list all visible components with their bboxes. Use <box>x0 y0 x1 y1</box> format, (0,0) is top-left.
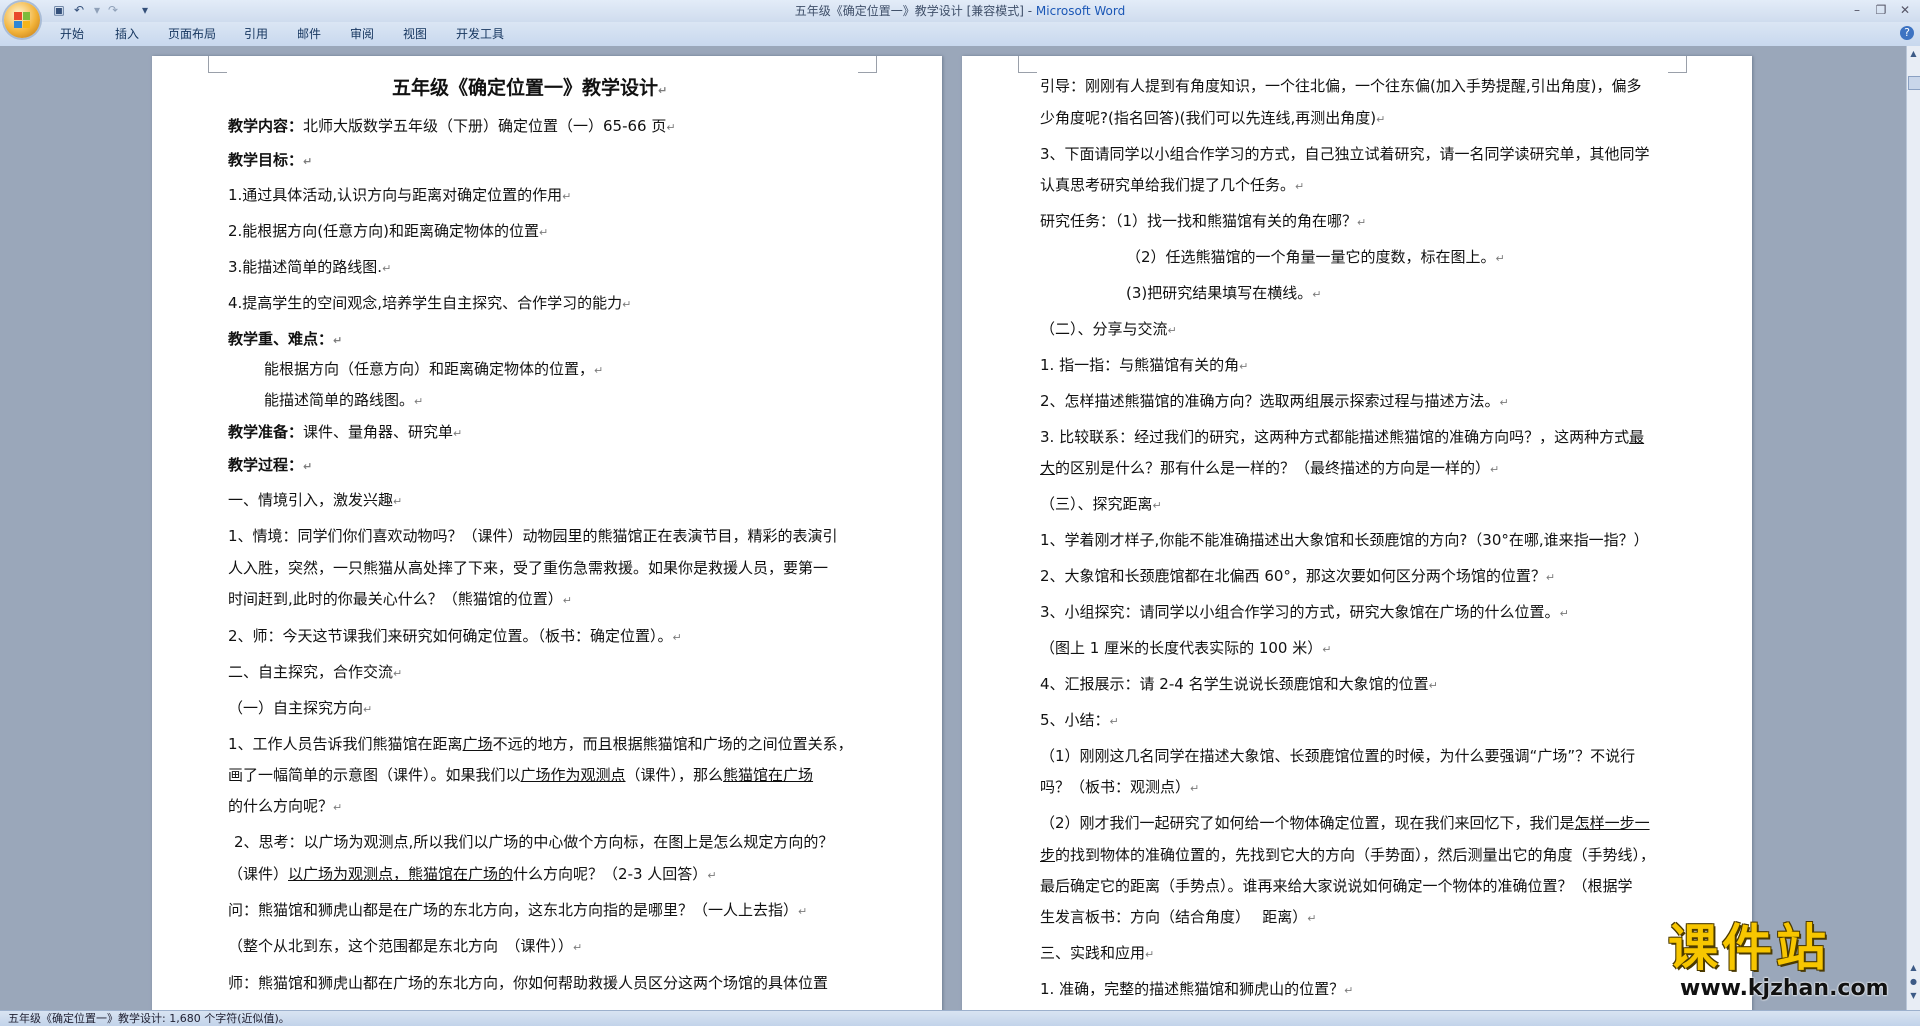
paragraph: （2）任选熊猫馆的一个角量一量它的度数，标在图上。↵ <box>1126 248 1505 266</box>
paragraph: （1）刚刚这几名同学在描述大象馆、长颈鹿馆位置的时候，为什么要强调“广场”？不说… <box>1040 747 1636 765</box>
crop-mark <box>858 56 877 73</box>
crop-mark <box>208 56 227 73</box>
tab-view[interactable]: 视图 <box>403 26 427 42</box>
paragraph: 时间赶到,此时的你最关心什么？（熊猫馆的位置）↵ <box>228 590 572 608</box>
paragraph: 1、工作人员告诉我们熊猫馆在距离广场不远的地方，而且根据熊猫馆和广场的之间位置关… <box>228 735 853 753</box>
watermark-url: www.kjzhan.com <box>1680 976 1889 1001</box>
paragraph: 师：熊猫馆和狮虎山都在广场的东北方向，你如何帮助救援人员区分这两个场馆的具体位置 <box>228 974 829 992</box>
crop-mark <box>1018 56 1037 73</box>
paragraph: 大的区别是什么？那有什么是一样的？（最终描述的方向是一样的）↵ <box>1040 459 1500 477</box>
paragraph: 画了一幅简单的示意图（课件）。如果我们以广场作为观测点（课件），那么熊猫馆在广场 <box>228 766 814 784</box>
paragraph: （2）刚才我们一起研究了如何给一个物体确定位置，现在我们来回忆下，我们是怎样一步… <box>1040 814 1650 832</box>
paragraph: （图上 1 厘米的长度代表实际的 100 米）↵ <box>1040 639 1332 657</box>
paragraph: 人入胜，突然，一只熊猫从高处摔了下来，受了重伤急需救援。如果你是救援人员，要第一 <box>228 559 829 577</box>
site-watermark-logo: 课件站 www.kjzhan.com <box>1668 920 1908 1005</box>
tab-references[interactable]: 引用 <box>244 26 268 42</box>
paragraph: 引导：刚刚有人提到有角度知识，一个往北偏，一个往东偏(加入手势提醒,引出角度)，… <box>1040 77 1642 95</box>
paragraph: 5、小结：↵ <box>1040 711 1119 729</box>
paragraph: （二）、分享与交流↵ <box>1040 320 1177 338</box>
minimize-icon[interactable]: – <box>1848 2 1866 18</box>
tab-review[interactable]: 审阅 <box>350 26 374 42</box>
tab-mailings[interactable]: 邮件 <box>297 26 321 42</box>
paragraph: (3)把研究结果填写在横线。↵ <box>1126 284 1322 302</box>
paragraph: 4、汇报展示：请 2-4 名学生说说长颈鹿馆和大象馆的位置↵ <box>1040 675 1438 693</box>
paragraph: （整个从北到东，这个范围都是东北方向 （课件））↵ <box>228 937 583 955</box>
paragraph: 2、大象馆和长颈鹿馆都在北偏西 60°，那这次要如何区分两个场馆的位置？↵ <box>1040 567 1556 585</box>
paragraph: 二、自主探究，合作交流↵ <box>228 663 403 681</box>
close-icon[interactable]: ✕ <box>1896 2 1914 18</box>
status-bar: 五年级《确定位置一》教学设计: 1,680 个字符(近似值)。 <box>0 1010 1920 1026</box>
paragraph: 能根据方向（任意方向）和距离确定物体的位置，↵ <box>264 360 604 378</box>
save-icon[interactable]: ▣ <box>52 3 66 17</box>
dropdown-icon[interactable]: ▾ <box>138 3 152 17</box>
undo-icon[interactable]: ↶ <box>72 3 86 17</box>
help-icon[interactable]: ? <box>1900 26 1914 40</box>
office-button[interactable] <box>4 2 40 38</box>
paragraph: 教学目标：↵ <box>228 151 313 169</box>
tab-home[interactable]: 开始 <box>60 26 84 42</box>
paragraph: 教学过程：↵ <box>228 456 313 474</box>
paragraph: 认真思考研究单给我们提了几个任务。↵ <box>1040 176 1305 194</box>
paragraph: 2、思考：以广场为观测点,所以我们以广场的中心做个方向标，在图上是怎么规定方向的… <box>234 833 834 851</box>
redo-icon[interactable]: ↷ <box>106 3 120 17</box>
document-page-1[interactable]: 五年级《确定位置一》教学设计↵ 教学内容：北师大版数学五年级（下册）确定位置（一… <box>152 56 942 1010</box>
paragraph: 步的找到物体的准确位置的，先找到它大的方向（手势面），然后测量出它的角度（手势线… <box>1040 846 1656 864</box>
paragraph: 2、师：今天这节课我们来研究如何确定位置。（板书：确定位置）。↵ <box>228 627 682 645</box>
paragraph: 1、学着刚才样子,你能不能准确描述出大象馆和长颈鹿馆的方向?（30°在哪,谁来指… <box>1040 531 1649 549</box>
vertical-scrollbar[interactable]: ▲ ▲ ● ▼ <box>1906 46 1920 1010</box>
paragraph: 的什么方向呢？↵ <box>228 797 343 815</box>
tab-page-layout[interactable]: 页面布局 <box>168 26 216 42</box>
paragraph: 3、小组探究：请同学以小组合作学习的方式，研究大象馆在广场的什么位置。↵ <box>1040 603 1569 621</box>
office-logo-icon <box>14 12 30 28</box>
paragraph: 一、情境引入，激发兴趣↵ <box>228 491 403 509</box>
undo-dropdown-icon[interactable]: ▾ <box>90 3 104 17</box>
paragraph: 少角度呢?(指名回答)(我们可以先连线,再测出角度)↵ <box>1040 109 1386 127</box>
next-page-icon[interactable]: ▼ <box>1908 990 1919 1002</box>
paragraph: 4.提高学生的空间观念,培养学生自主探究、合作学习的能力↵ <box>228 294 632 312</box>
ribbon-tabs: 开始 插入 页面布局 引用 邮件 审阅 视图 开发工具 ? <box>0 22 1920 47</box>
previous-page-icon[interactable]: ▲ <box>1908 962 1919 974</box>
paragraph: （课件）以广场为观测点，熊猫馆在广场的什么方向呢？（2-3 人回答）↵ <box>228 865 717 883</box>
document-title: 五年级《确定位置一》教学设计↵ <box>392 77 668 99</box>
paragraph: 生发言板书：方向（结合角度） 距离）↵ <box>1040 908 1317 926</box>
paragraph: 三、实践和应用↵ <box>1040 944 1155 962</box>
title-bar: 五年级《确定位置一》教学设计 [兼容模式] - Microsoft Word ▣… <box>0 0 1920 23</box>
scroll-thumb[interactable] <box>1908 76 1920 90</box>
paragraph: 1. 准确，完整的描述熊猫馆和狮虎山的位置？↵ <box>1040 980 1354 998</box>
paragraph: 3、下面请同学以小组合作学习的方式，自己独立试着研究，请一名同学读研究单，其他同… <box>1040 145 1650 163</box>
crop-mark <box>1668 56 1687 73</box>
paragraph: 最后确定它的距离（手势点）。谁再来给大家说说如何确定一个物体的准确位置？（根据学 <box>1040 877 1633 895</box>
paragraph: 2.能根据方向(任意方向)和距离确定物体的位置↵ <box>228 222 549 240</box>
paragraph: 3.能描述简单的路线图.↵ <box>228 258 392 276</box>
word-count-status[interactable]: 五年级《确定位置一》教学设计: 1,680 个字符(近似值)。 <box>8 1011 290 1026</box>
document-area: 五年级《确定位置一》教学设计↵ 教学内容：北师大版数学五年级（下册）确定位置（一… <box>0 46 1906 1010</box>
paragraph: （三）、探究距离↵ <box>1040 495 1162 513</box>
paragraph: 2、怎样描述熊猫馆的准确方向？选取两组展示探索过程与描述方法。↵ <box>1040 392 1509 410</box>
paragraph: 1.通过具体活动,认识方向与距离对确定位置的作用↵ <box>228 186 572 204</box>
paragraph: 研究任务：（1）找一找和熊猫馆有关的角在哪？↵ <box>1040 212 1367 230</box>
paragraph: 问：熊猫馆和狮虎山都是在广场的东北方向，这东北方向指的是哪里？（一人上去指）↵ <box>228 901 808 919</box>
paragraph: （一）自主探究方向↵ <box>228 699 373 717</box>
paragraph: 教学重、难点：↵ <box>228 330 343 348</box>
tab-developer[interactable]: 开发工具 <box>456 26 504 42</box>
window-title: 五年级《确定位置一》教学设计 [兼容模式] - Microsoft Word <box>794 4 1126 18</box>
document-page-2[interactable]: 引导：刚刚有人提到有角度知识，一个往北偏，一个往东偏(加入手势提醒,引出角度)，… <box>962 56 1752 1010</box>
scroll-up-icon[interactable]: ▲ <box>1908 48 1919 60</box>
browse-object-icon[interactable]: ● <box>1908 976 1919 988</box>
paragraph: 3. 比较联系：经过我们的研究，这两种方式都能描述熊猫馆的准确方向吗？，这两种方… <box>1040 428 1645 446</box>
paragraph: 1. 指一指：与熊猫馆有关的角↵ <box>1040 356 1249 374</box>
tab-insert[interactable]: 插入 <box>115 26 139 42</box>
paragraph: 教学内容：北师大版数学五年级（下册）确定位置（一）65-66 页↵ <box>228 117 676 135</box>
watermark-text: 课件站 <box>1668 919 1830 977</box>
paragraph: 1、情境：同学们你们喜欢动物吗？（课件）动物园里的熊猫馆正在表演节目，精彩的表演… <box>228 527 838 545</box>
paragraph: 能描述简单的路线图。↵ <box>264 391 424 409</box>
restore-icon[interactable]: ❐ <box>1872 2 1890 18</box>
paragraph: 吗？（板书：观测点）↵ <box>1040 778 1200 796</box>
paragraph: 教学准备：课件、量角器、研究单↵ <box>228 423 463 441</box>
